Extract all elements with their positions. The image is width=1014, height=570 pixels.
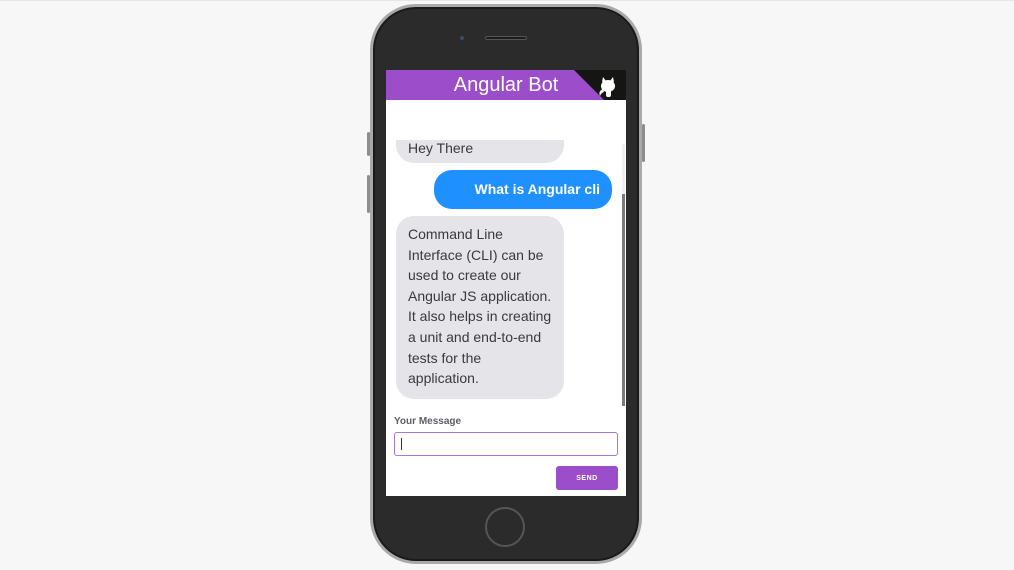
bot-message-text: Command Line Interface (CLI) can be used… (408, 226, 552, 387)
chat-scrollbar-thumb[interactable] (622, 194, 625, 406)
home-button[interactable] (485, 507, 525, 547)
bot-message-text: Hey There (408, 140, 474, 156)
phone-volume-up-button (367, 175, 370, 213)
text-caret (401, 438, 402, 450)
earpiece-speaker (485, 36, 527, 40)
phone-power-button (642, 124, 645, 162)
page-top-divider (0, 0, 1014, 1)
message-label: Your Message (394, 416, 462, 427)
message-input[interactable] (394, 432, 618, 456)
chat-top-fade (386, 100, 626, 140)
front-camera (460, 36, 464, 40)
send-button[interactable]: SEND (556, 466, 618, 490)
user-message-text: What is Angular cli (474, 181, 601, 197)
user-message-bubble: What is Angular cli (434, 170, 612, 209)
bot-message-bubble: Command Line Interface (CLI) can be used… (396, 216, 564, 399)
phone-screen: Angular Bot Hey There What is Angular cl… (386, 70, 626, 496)
phone-silent-switch (367, 132, 370, 156)
